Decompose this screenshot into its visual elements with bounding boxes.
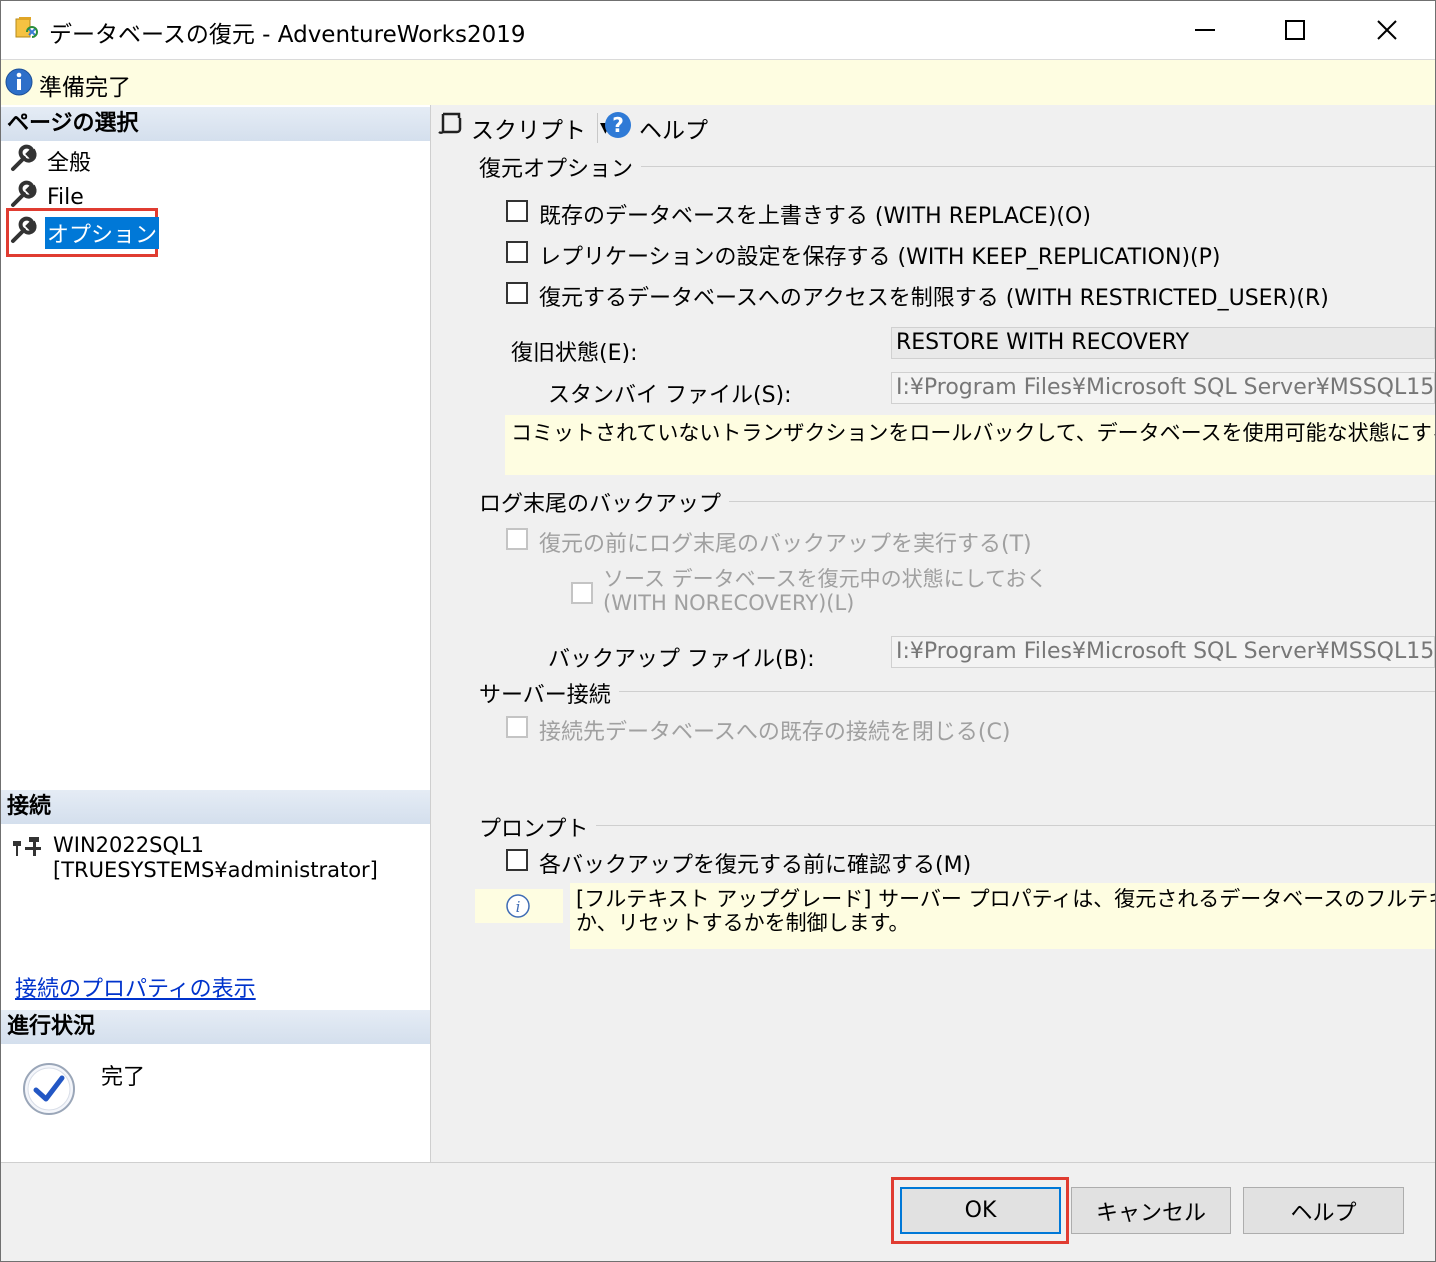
group-divider [481, 691, 1435, 692]
standby-file-field[interactable]: I:¥Program Files¥Microsoft SQL Server¥MS… [891, 372, 1435, 404]
wrench-icon [9, 143, 39, 179]
cancel-button[interactable]: キャンセル [1071, 1187, 1231, 1234]
maximize-button[interactable] [1249, 1, 1341, 59]
login-user: [TRUESYSTEMS¥administrator] [53, 858, 378, 882]
connection-info: WIN2022SQL1 [TRUESYSTEMS¥administrator] [53, 833, 378, 883]
svg-text:?: ? [612, 113, 624, 137]
restore-database-icon [13, 15, 43, 49]
progress-status: 完了 [101, 1065, 146, 1090]
help-icon: ? [603, 110, 633, 146]
page-item-options[interactable]: オプション [9, 215, 160, 251]
recovery-state-dropdown[interactable]: RESTORE WITH RECOVERY [891, 327, 1435, 359]
recovery-description-text: コミットされていないトランザクションをロールバックして、データベースを使用可能な… [511, 421, 1435, 445]
tail-log-title: ログ末尾のバックアップ [479, 486, 730, 518]
minimize-button[interactable] [1159, 1, 1251, 59]
svg-text:i: i [516, 898, 521, 916]
maximize-icon [1285, 20, 1305, 40]
page-select-header: ページの選択 [1, 107, 430, 141]
tail-log-backup-label: 復元の前にログ末尾のバックアップを実行する(T) [539, 532, 1032, 557]
page-item-general[interactable]: 全般 [9, 143, 93, 179]
confirm-each-backup-checkbox[interactable] [506, 849, 528, 871]
info-icon [4, 67, 34, 101]
status-text: 準備完了 [39, 75, 131, 101]
prompt-title: プロンプト [479, 811, 597, 843]
confirm-each-backup-label: 各バックアップを復元する前に確認する(M) [539, 853, 972, 878]
restricted-user-label: 復元するデータベースへのアクセスを制限する (WITH RESTRICTED_U… [539, 286, 1329, 311]
norecovery-checkbox[interactable] [571, 582, 593, 604]
fulltext-info-line1: [フルテキスト アップグレード] サーバー プロパティは、復元されるデータベース… [576, 887, 1435, 911]
options-pane: スクリプト ▼ ? ヘルプ 復元オプション 既存のデータベースを上書きする (W… [431, 105, 1435, 1162]
page-item-label: 全般 [47, 151, 92, 176]
progress-header: 進行状況 [1, 1010, 430, 1044]
standby-file-label: スタンバイ ファイル(S): [548, 383, 792, 408]
toolbar-separator [597, 113, 598, 143]
title-bar: データベースの復元 - AdventureWorks2019 [1, 1, 1435, 59]
window-title: データベースの復元 - AdventureWorks2019 [49, 22, 526, 48]
view-connection-properties-link[interactable]: 接続のプロパティの表示 [15, 971, 256, 1003]
close-connections-label: 接続先データベースへの既存の接続を閉じる(C) [539, 720, 1011, 745]
help-toolbar-button[interactable]: ? ヘルプ [603, 111, 708, 145]
server-connection-icon [11, 835, 43, 867]
connection-header: 接続 [1, 790, 430, 824]
page-item-label: File [47, 184, 84, 210]
restore-database-dialog: データベースの復元 - AdventureWorks2019 準備完了 ページの… [0, 0, 1436, 1262]
norecovery-label-line2: (WITH NORECOVERY)(L) [603, 591, 855, 615]
fulltext-info-line2: か、リセットするかを制御します。 [576, 911, 910, 935]
fulltext-info-note: [フルテキスト アップグレード] サーバー プロパティは、復元されるデータベース… [570, 883, 1435, 949]
help-button[interactable]: ヘルプ [1243, 1187, 1404, 1234]
wrench-icon [9, 215, 39, 251]
script-button[interactable]: スクリプト ▼ [437, 111, 611, 145]
keep-replication-label: レプリケーションの設定を保存する (WITH KEEP_REPLICATION)… [539, 245, 1221, 270]
info-circle-icon: i [505, 893, 531, 923]
keep-replication-checkbox[interactable] [506, 241, 528, 263]
replace-checkbox[interactable] [506, 200, 528, 222]
help-label: ヘルプ [639, 118, 708, 144]
group-divider [481, 825, 1435, 826]
server-name: WIN2022SQL1 [53, 833, 205, 857]
backup-file-field[interactable]: I:¥Program Files¥Microsoft SQL Server¥MS… [891, 636, 1435, 668]
norecovery-label-line1: ソース データベースを復元中の状態にしておく [603, 567, 1048, 591]
tail-log-backup-checkbox[interactable] [506, 528, 528, 550]
info-note-icon-box: i [475, 889, 563, 923]
ok-button[interactable]: OK [900, 1187, 1061, 1234]
norecovery-label: ソース データベースを復元中の状態にしておく (WITH NORECOVERY)… [603, 567, 1047, 615]
checkmark-icon [21, 1061, 77, 1121]
restore-options-title: 復元オプション [479, 151, 642, 183]
recovery-description: コミットされていないトランザクションをロールバックして、データベースを使用可能な… [505, 415, 1435, 475]
status-bar: 準備完了 [1, 59, 1435, 106]
script-icon [437, 110, 465, 146]
close-connections-checkbox[interactable] [506, 716, 528, 738]
minimize-icon [1195, 29, 1215, 31]
script-label: スクリプト [471, 118, 586, 144]
close-icon [1377, 20, 1397, 40]
replace-label: 既存のデータベースを上書きする (WITH REPLACE)(O) [539, 204, 1091, 229]
left-pane: ページの選択 全般 File オプション 接続 WIN2022SQL1 [TRU… [1, 105, 431, 1162]
server-connection-title: サーバー接続 [479, 677, 619, 709]
backup-file-label: バックアップ ファイル(B): [548, 647, 815, 672]
restricted-user-checkbox[interactable] [506, 282, 528, 304]
close-button[interactable] [1341, 1, 1433, 59]
recovery-state-label: 復旧状態(E): [511, 341, 638, 366]
page-item-label: オプション [45, 217, 160, 249]
